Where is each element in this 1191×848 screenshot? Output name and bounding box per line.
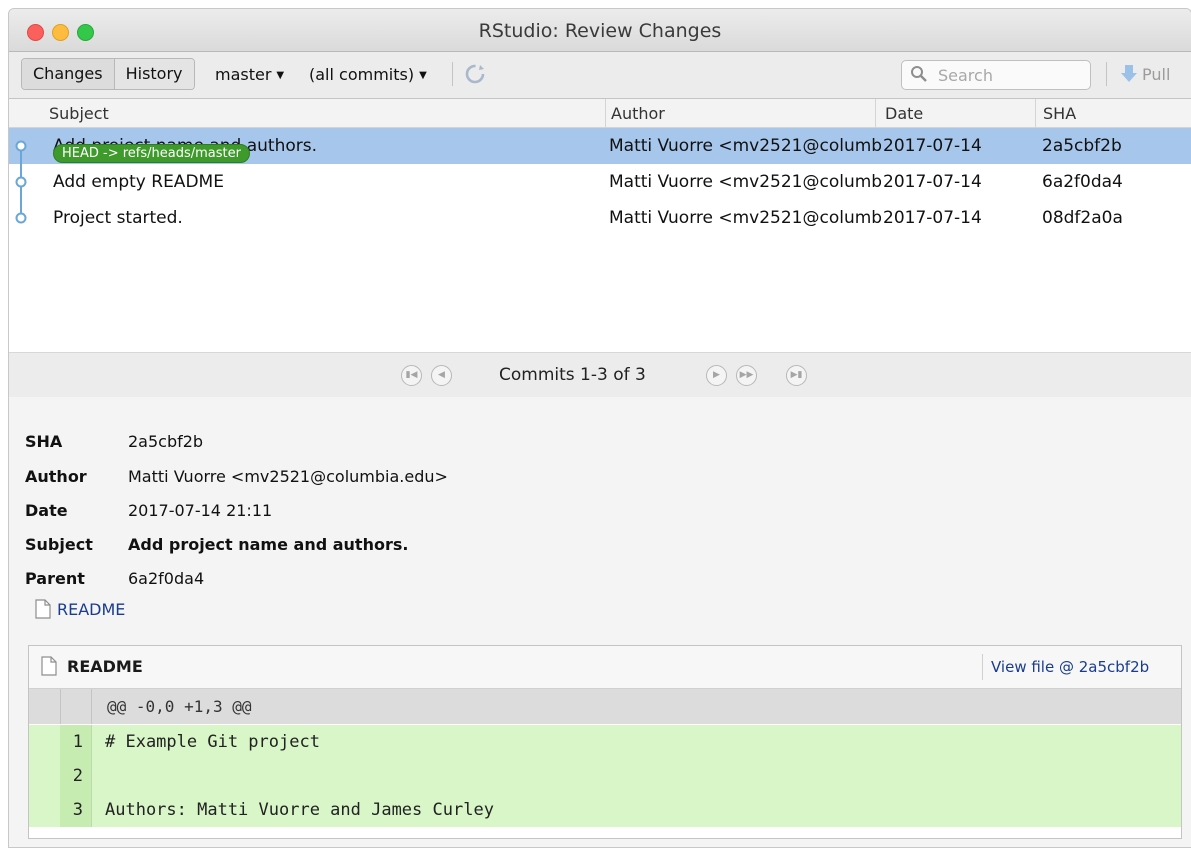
head-ref-badge: HEAD -> refs/heads/master (53, 144, 250, 163)
commit-author: Matti Vuorre <mv2521@columbia.edu> (609, 172, 881, 192)
commit-graph-node (15, 212, 27, 224)
line-number: 3 (72, 800, 83, 820)
previous-page-icon[interactable]: ◀ (431, 365, 452, 386)
pull-arrow-icon (1121, 65, 1137, 82)
next-pages-icon[interactable]: ▶▶ (736, 365, 757, 386)
diff-header: README View file @ 2a5cbf2b (29, 646, 1181, 689)
search-input[interactable] (936, 64, 1085, 86)
commits-filter-dropdown[interactable]: (all commits) ▼ (309, 65, 427, 84)
branch-dropdown[interactable]: master ▼ (215, 65, 284, 84)
column-subject[interactable]: Subject (49, 104, 109, 123)
hunk-range: @@ -0,0 +1,3 @@ (107, 697, 252, 716)
commits-filter-label: (all commits) (309, 65, 415, 84)
commit-sha: 6a2f0da4 (1042, 172, 1123, 192)
commit-row[interactable]: Project started. Matti Vuorre <mv2521@co… (9, 200, 1191, 236)
commit-graph-node (15, 140, 27, 152)
subject-value: Add project name and authors. (128, 535, 409, 554)
commit-date: 2017-07-14 (883, 172, 982, 192)
author-value: Matti Vuorre <mv2521@columbia.edu> (128, 467, 448, 486)
diff-added-line: 2 (29, 759, 1181, 793)
commit-subject: Add empty README (53, 172, 224, 192)
line-text: # Example Git project (105, 732, 320, 752)
diff-view: README View file @ 2a5cbf2b @@ -0,0 +1,3… (28, 645, 1182, 839)
parent-label: Parent (25, 569, 85, 588)
window-title: RStudio: Review Changes (478, 20, 722, 42)
commit-graph-node (15, 176, 27, 188)
search-icon (911, 66, 927, 82)
history-tab[interactable]: History (114, 59, 194, 89)
commit-sha: 08df2a0a (1042, 208, 1123, 228)
toolbar-divider (1106, 62, 1107, 86)
pull-label: Pull (1142, 64, 1171, 84)
date-label: Date (25, 501, 68, 520)
changes-tab[interactable]: Changes (22, 59, 115, 89)
last-page-icon[interactable]: ▶▮ (786, 365, 807, 386)
commit-list-header: Subject Author Date SHA (9, 99, 1191, 128)
changed-file-name: README (57, 599, 126, 619)
commit-detail-panel: SHA 2a5cbf2b Author Matti Vuorre <mv2521… (9, 397, 1191, 847)
sha-label: SHA (25, 432, 63, 451)
next-page-icon[interactable]: ▶ (706, 365, 727, 386)
column-date[interactable]: Date (885, 104, 923, 123)
changed-file-link[interactable]: README (35, 599, 125, 619)
first-page-icon[interactable]: ▮◀ (401, 365, 422, 386)
toolbar-divider (452, 62, 453, 86)
refresh-icon[interactable] (463, 62, 487, 86)
commit-row[interactable]: Add empty README Matti Vuorre <mv2521@co… (9, 164, 1191, 200)
parent-value[interactable]: 6a2f0da4 (128, 569, 204, 588)
chevron-down-icon: ▼ (419, 70, 427, 81)
date-value: 2017-07-14 21:11 (128, 501, 273, 520)
commit-date: 2017-07-14 (883, 208, 982, 228)
title-bar: RStudio: Review Changes (9, 9, 1191, 52)
column-divider (605, 99, 606, 127)
commit-date: 2017-07-14 (883, 136, 982, 156)
subject-label: Subject (25, 535, 93, 554)
commit-graph (15, 140, 27, 224)
commit-pager: ▮◀ ◀ Commits 1-3 of 3 ▶ ▶▶ ▶▮ (9, 352, 1191, 398)
new-line-gutter: 1 (60, 725, 92, 759)
new-line-gutter: 3 (60, 793, 92, 827)
diff-added-line: 3 Authors: Matti Vuorre and James Curley (29, 793, 1181, 827)
commit-sha: 2a5cbf2b (1042, 136, 1122, 156)
column-divider (1035, 99, 1036, 127)
branch-label: master (215, 65, 272, 84)
author-label: Author (25, 467, 87, 486)
commit-author: Matti Vuorre <mv2521@columbia.edu> (609, 136, 881, 156)
file-icon (41, 656, 57, 676)
diff-file-name: README (67, 656, 143, 676)
column-sha[interactable]: SHA (1043, 104, 1076, 123)
diff-added-line: 1 # Example Git project (29, 725, 1181, 759)
diff-header-divider (982, 654, 983, 680)
sha-value: 2a5cbf2b (128, 432, 204, 451)
column-divider (875, 99, 876, 127)
commit-author: Matti Vuorre <mv2521@columbia.edu> (609, 208, 881, 228)
old-line-gutter (29, 759, 61, 793)
file-icon (35, 599, 51, 619)
view-toggle: Changes History (21, 58, 195, 90)
old-line-gutter (29, 689, 61, 724)
new-line-gutter (60, 689, 92, 724)
commit-row[interactable]: HEAD -> refs/heads/masterAdd project nam… (9, 128, 1191, 164)
commit-range-label: Commits 1-3 of 3 (499, 365, 646, 385)
column-author[interactable]: Author (611, 104, 665, 123)
view-file-link[interactable]: View file @ 2a5cbf2b (991, 658, 1149, 676)
diff-file-title: README (41, 656, 143, 676)
new-line-gutter: 2 (60, 759, 92, 793)
chevron-down-icon: ▼ (276, 70, 285, 81)
line-text: Authors: Matti Vuorre and James Curley (105, 800, 494, 820)
line-number: 1 (72, 732, 83, 752)
old-line-gutter (29, 793, 61, 827)
diff-hunk-header: @@ -0,0 +1,3 @@ (29, 689, 1181, 724)
line-number: 2 (72, 766, 83, 786)
old-line-gutter (29, 725, 61, 759)
toolbar: Changes History master ▼ (all commits) ▼ (9, 52, 1191, 99)
pull-button[interactable]: Pull (1121, 60, 1170, 88)
commit-list: Subject Author Date SHA HEAD -> refs/hea… (9, 99, 1191, 352)
search-field[interactable] (901, 60, 1091, 90)
commit-subject: Project started. (53, 208, 183, 228)
review-changes-window: RStudio: Review Changes Changes History … (8, 8, 1191, 848)
